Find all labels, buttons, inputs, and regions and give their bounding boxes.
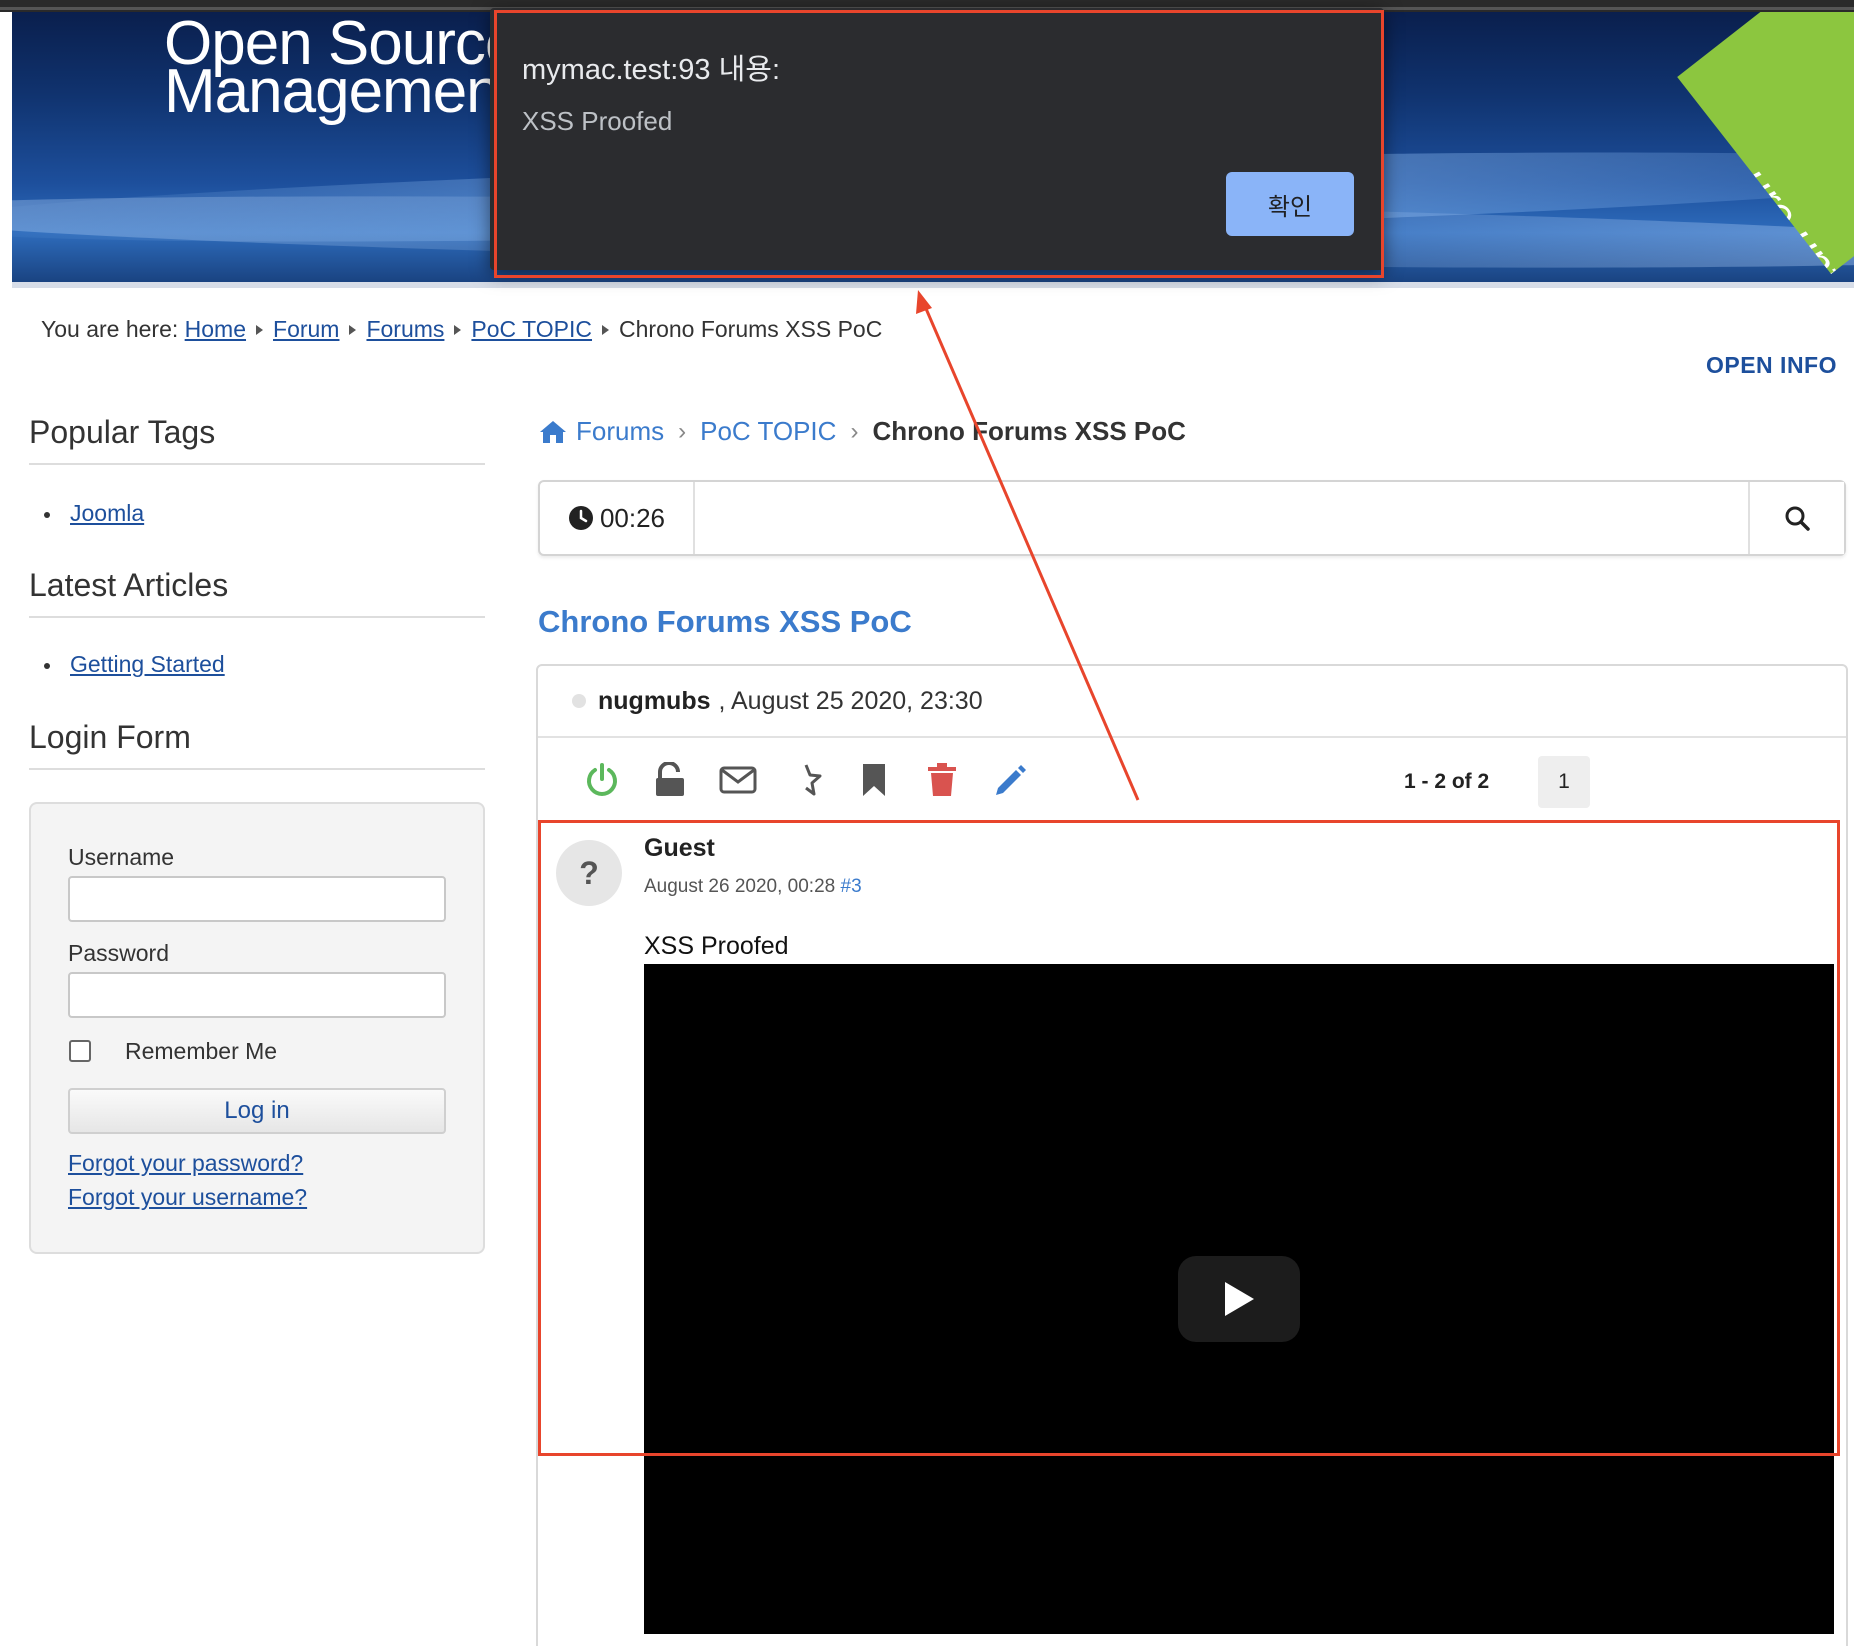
pencil-icon[interactable] — [990, 760, 1030, 800]
article-list-item: Getting Started — [44, 651, 225, 678]
topic-author[interactable]: nugmubs — [598, 687, 711, 716]
search-input[interactable] — [697, 482, 1747, 554]
unlock-icon[interactable] — [650, 760, 690, 800]
username-label: Username — [68, 844, 175, 870]
topic-title[interactable]: Chrono Forums XSS PoC — [538, 604, 912, 640]
alert-message: XSS Proofed — [522, 106, 673, 136]
online-status-dot — [572, 694, 586, 708]
topic-date: , August 25 2020, 23:30 — [718, 686, 983, 715]
breadcrumb-forums-link[interactable]: Forums — [366, 316, 444, 342]
password-label: Password — [68, 940, 169, 966]
home-icon[interactable] — [538, 419, 568, 445]
post-item: ? Guest August 26 2020, 00:28 #3 XSS Pro… — [556, 824, 1836, 1646]
pagination-count: 1 - 2 of 2 — [1404, 770, 1490, 793]
forum-crumb-forums[interactable]: Forums — [576, 416, 664, 447]
timer-value: 00:26 — [599, 502, 666, 533]
forgot-password-link[interactable]: Forgot your password? — [68, 1150, 303, 1177]
tag-joomla-link[interactable]: Joomla — [70, 500, 144, 526]
breadcrumb: You are here: Home Forum Forums PoC TOPIC Ch… — [41, 316, 882, 343]
forum-crumb-poc-topic[interactable]: PoC TOPIC — [700, 416, 836, 447]
alert-dialog: mymac.test:93 내용: XSS Proofed 확인 — [490, 8, 1384, 270]
play-button[interactable] — [1178, 1256, 1300, 1342]
latest-articles-heading: Latest Articles — [29, 567, 485, 618]
remember-me-label: Remember Me — [125, 1038, 278, 1064]
breadcrumb-forum-link[interactable]: Forum — [273, 316, 339, 342]
breadcrumb-separator-icon — [349, 325, 357, 335]
power-icon[interactable] — [582, 760, 622, 800]
site-title[interactable]: Open Source Management — [164, 13, 519, 123]
trash-icon[interactable] — [922, 760, 962, 800]
breadcrumb-separator-icon — [602, 325, 610, 335]
chevron-right-icon: › — [678, 417, 687, 445]
topic-toolbar: 1 - 2 of 2 1 — [538, 740, 1846, 820]
timer-display: 00:26 — [540, 482, 695, 554]
breadcrumb-separator-icon — [256, 325, 264, 335]
pagination-page-1[interactable]: 1 — [1538, 756, 1590, 808]
topic-header: nugmubs , August 25 2020, 23:30 — [538, 666, 1846, 738]
embedded-video[interactable] — [644, 964, 1834, 1634]
password-field[interactable] — [68, 972, 446, 1018]
article-getting-started-link[interactable]: Getting Started — [70, 651, 225, 677]
post-author: Guest — [644, 834, 715, 862]
forum-breadcrumb: Forums › PoC TOPIC › Chrono Forums XSS P… — [538, 416, 1186, 447]
post-date: August 26 2020, 00:28 — [644, 876, 836, 897]
breadcrumb-separator-icon — [454, 325, 462, 335]
breadcrumb-prefix: You are here: — [41, 316, 179, 342]
avatar: ? — [556, 840, 622, 906]
remember-me-checkbox[interactable] — [69, 1040, 91, 1062]
login-button[interactable]: Log in — [68, 1088, 446, 1134]
alert-title: mymac.test:93 내용: — [522, 54, 781, 86]
tag-list-item: Joomla — [44, 500, 144, 527]
forum-search-bar: 00:26 — [538, 480, 1846, 556]
clock-icon — [568, 505, 594, 531]
search-icon — [1784, 505, 1810, 531]
bookmark-icon[interactable] — [854, 760, 894, 800]
envelope-icon[interactable] — [718, 760, 758, 800]
post-body-text: XSS Proofed — [644, 932, 789, 960]
forum-crumb-current: Chrono Forums XSS PoC — [872, 416, 1186, 446]
username-field[interactable] — [68, 876, 446, 922]
search-button[interactable] — [1748, 482, 1844, 554]
login-form-heading: Login Form — [29, 719, 485, 770]
open-info-button[interactable]: OPEN INFO — [1706, 352, 1837, 379]
popular-tags-heading: Popular Tags — [29, 414, 485, 465]
alert-ok-button[interactable]: 확인 — [1226, 172, 1354, 236]
play-icon — [1221, 1279, 1257, 1319]
breadcrumb-home-link[interactable]: Home — [185, 316, 246, 342]
chevron-right-icon: › — [850, 417, 859, 445]
forgot-username-link[interactable]: Forgot your username? — [68, 1184, 307, 1211]
post-meta: August 26 2020, 00:28 #3 — [644, 876, 862, 898]
breadcrumb-poc-topic-link[interactable]: PoC TOPIC — [471, 316, 592, 342]
breadcrumb-current: Chrono Forums XSS PoC — [619, 316, 883, 342]
star-half-icon[interactable] — [786, 760, 826, 800]
login-form: Username Password Remember Me Log in For… — [29, 802, 485, 1254]
post-anchor-link[interactable]: #3 — [841, 876, 862, 897]
topic-panel: nugmubs , August 25 2020, 23:30 1 - 2 of… — [536, 664, 1848, 1646]
